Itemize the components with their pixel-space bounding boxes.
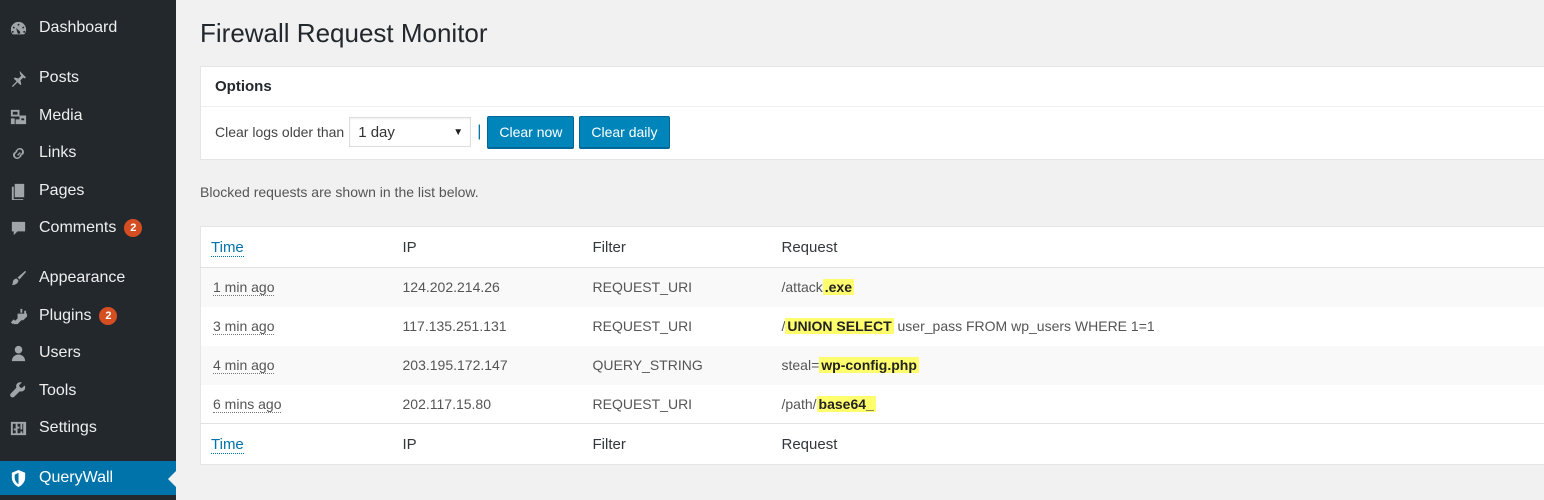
log-age-select[interactable]: 1 day ▼ <box>349 117 472 147</box>
row-ip: 202.117.15.80 <box>402 395 492 412</box>
row-request: steal= wp-config.php <box>772 346 1544 385</box>
row-filter: REQUEST_URI <box>592 279 693 296</box>
sidebar-item-label: Plugins <box>39 307 92 324</box>
media-icon <box>8 106 28 126</box>
settings-icon <box>8 418 28 438</box>
options-row: Clear logs older than 1 day ▼ | Clear no… <box>201 107 1544 157</box>
shield-icon <box>8 468 28 488</box>
comment-icon <box>8 218 28 238</box>
wrench-icon <box>8 381 28 401</box>
plugins-count-badge: 2 <box>99 307 118 325</box>
row-filter: REQUEST_URI <box>592 318 693 334</box>
column-header-ip: IP <box>392 226 583 268</box>
row-filter: REQUEST_URI <box>592 395 693 412</box>
table-header-row: Time IP Filter Request <box>200 226 1544 268</box>
sidebar-item-querywall[interactable]: QueryWall <box>0 461 176 495</box>
request-match-highlight: wp-config.php <box>819 357 919 373</box>
column-header-time[interactable]: Time <box>200 226 393 268</box>
request-match-highlight: .exe <box>822 279 854 296</box>
row-filter: QUERY_STRING <box>592 357 703 373</box>
comments-count-badge: 2 <box>124 219 143 237</box>
sidebar-item-tools[interactable]: Tools <box>0 374 176 408</box>
separator: | <box>477 123 482 140</box>
table-row: 4 min ago 203.195.172.147 QUERY_STRING s… <box>200 345 1544 385</box>
pin-icon <box>8 68 28 88</box>
request-text-rest: user_pass FROM wp_users WHERE 1=1 <box>893 318 1155 334</box>
table-row: 6 mins ago 202.117.15.80 REQUEST_URI /pa… <box>201 385 1544 424</box>
sidebar-item-pages[interactable]: Pages <box>0 174 176 208</box>
table-row: 3 min ago 117.135.251.131 REQUEST_URI / U… <box>201 307 1544 346</box>
sidebar-item-posts[interactable]: Posts <box>0 61 176 95</box>
row-request: /attack .exe <box>772 268 1544 307</box>
sidebar-item-comments[interactable]: Comments 2 <box>0 211 176 245</box>
row-time: 6 mins ago <box>213 395 282 413</box>
admin-sidebar: Dashboard Posts Media Links Pages Commen… <box>0 0 176 500</box>
sidebar-item-label: Dashboard <box>39 19 118 36</box>
row-ip: 124.202.214.26 <box>402 279 500 296</box>
clear-now-button[interactable]: Clear now <box>487 116 575 148</box>
row-time: 4 min ago <box>213 357 275 374</box>
sidebar-item-label: Users <box>39 344 81 361</box>
row-ip: 117.135.251.131 <box>402 318 507 334</box>
options-heading: Options <box>201 67 1544 107</box>
user-icon <box>8 343 28 363</box>
options-panel: Options Clear logs older than 1 day ▼ | … <box>200 66 1544 160</box>
intro-text: Blocked requests are shown in the list b… <box>200 184 479 200</box>
column-footer-ip: IP <box>392 423 583 465</box>
page-title: Firewall Request Monitor <box>200 18 488 48</box>
request-match-highlight: base64_ <box>816 395 876 412</box>
clear-daily-button[interactable]: Clear daily <box>579 116 670 148</box>
request-text: steal= <box>781 357 820 373</box>
log-age-selected-value: 1 day <box>358 123 395 141</box>
sidebar-item-label: Posts <box>39 69 80 86</box>
pages-icon <box>8 181 28 201</box>
request-text: /attack <box>781 279 823 296</box>
row-time: 1 min ago <box>213 279 275 297</box>
sidebar-item-label: Comments <box>39 219 117 236</box>
column-footer-time[interactable]: Time <box>200 423 393 465</box>
sidebar-item-label: Links <box>39 144 77 161</box>
column-header-request: Request <box>771 226 1544 268</box>
row-request: /path/base64_ <box>772 385 1544 424</box>
clear-logs-label: Clear logs older than <box>215 124 345 140</box>
row-request: / UNION SELECT user_pass FROM wp_users WH… <box>772 307 1544 346</box>
sidebar-item-plugins[interactable]: Plugins 2 <box>0 299 176 333</box>
sidebar-item-label: QueryWall <box>39 469 114 486</box>
sidebar-item-links[interactable]: Links <box>0 136 176 170</box>
column-footer-filter: Filter <box>582 423 772 465</box>
link-icon <box>8 143 28 163</box>
plugin-icon <box>8 306 28 326</box>
sidebar-item-label: Media <box>39 107 83 124</box>
sidebar-item-label: Settings <box>39 419 97 436</box>
column-header-filter: Filter <box>582 226 772 268</box>
sort-time-link[interactable]: Time <box>211 435 244 454</box>
sidebar-item-media[interactable]: Media <box>0 99 176 133</box>
request-text: /path/ <box>781 395 817 412</box>
blocked-requests-table: Time IP Filter Request 1 min ago 124.202… <box>200 226 1544 465</box>
row-time: 3 min ago <box>213 318 275 335</box>
row-ip: 203.195.172.147 <box>402 357 508 373</box>
table-footer-row: Time IP Filter Request <box>200 423 1544 465</box>
dashboard-icon <box>8 18 28 38</box>
column-footer-request: Request <box>771 423 1544 465</box>
brush-icon <box>8 268 28 288</box>
request-match-highlight: UNION SELECT <box>785 318 894 334</box>
sidebar-item-label: Pages <box>39 182 85 199</box>
sort-time-link[interactable]: Time <box>211 238 244 257</box>
sidebar-item-label: Tools <box>39 382 77 399</box>
sidebar-item-dashboard[interactable]: Dashboard <box>0 11 176 45</box>
chevron-down-icon: ▼ <box>453 127 464 138</box>
sidebar-item-appearance[interactable]: Appearance <box>0 261 176 295</box>
table-row: 1 min ago 124.202.214.26 REQUEST_URI /at… <box>200 267 1544 307</box>
sidebar-item-users[interactable]: Users <box>0 336 176 370</box>
sidebar-item-label: Appearance <box>39 269 126 286</box>
sidebar-item-settings[interactable]: Settings <box>0 411 176 445</box>
